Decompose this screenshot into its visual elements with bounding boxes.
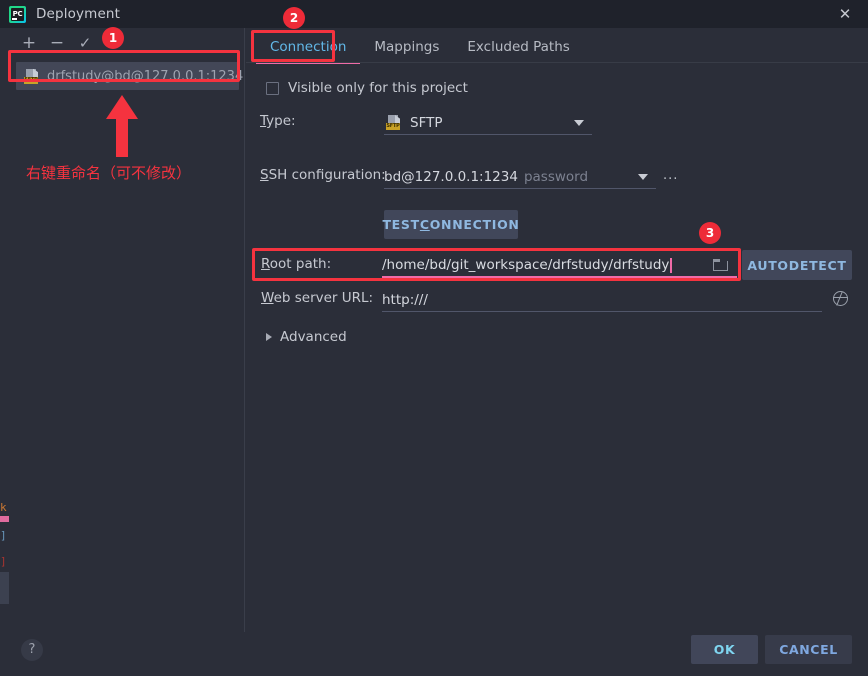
visible-only-checkbox[interactable] (266, 81, 279, 95)
ssh-configuration-more-button[interactable]: ... (663, 168, 678, 183)
window-title-bar: PC Deployment ✕ (0, 0, 868, 28)
visible-only-label: Visible only for this project (288, 80, 468, 96)
text-caret (670, 257, 672, 273)
root-path-value: /home/bd/git_workspace/drfstudy/drfstudy (382, 257, 670, 273)
ok-button[interactable]: OK (691, 635, 758, 664)
ssh-configuration-auth: password (523, 168, 589, 185)
web-server-url-label-wrap: Web server URL: (261, 290, 373, 306)
type-label: Type: (260, 113, 296, 129)
sftp-server-icon: SFTP (24, 68, 40, 84)
root-path-input[interactable]: /home/bd/git_workspace/drfstudy/drfstudy (382, 254, 737, 278)
remove-server-button[interactable]: − (44, 30, 70, 56)
sftp-icon-tag: SFTP (24, 76, 38, 84)
background-editor-sliver: k ] ] (0, 0, 10, 676)
sftp-type-icon-tag: SFTP (386, 123, 400, 130)
annotation-badge-1: 1 (102, 27, 124, 49)
web-server-url-value: http:/// (382, 291, 428, 308)
root-path-label-wrap: Root path: (261, 256, 331, 272)
panel-divider (244, 28, 245, 632)
sftp-type-icon: SFTP (386, 115, 402, 130)
servers-list: SFTP drfstudy@bd@127.0.0.1:1234 (10, 62, 245, 90)
chevron-right-icon (266, 333, 272, 341)
cancel-button[interactable]: CANCEL (765, 635, 852, 664)
folder-browse-icon[interactable] (713, 259, 728, 271)
chevron-down-icon[interactable] (638, 173, 648, 180)
ssh-config-label-wrap: SSH configuration: (260, 167, 386, 183)
tab-excluded-paths[interactable]: Excluded Paths (453, 30, 583, 63)
list-item[interactable]: SFTP drfstudy@bd@127.0.0.1:1234 (16, 62, 243, 90)
advanced-section-toggle[interactable]: Advanced (266, 329, 347, 345)
tab-connection[interactable]: Connection (256, 30, 361, 64)
annotation-up-arrow-icon (106, 95, 138, 157)
type-value: SFTP (410, 114, 443, 131)
servers-toolbar: + − ✓ (10, 28, 245, 58)
ssh-configuration-value: bd@127.0.0.1:1234 (384, 168, 518, 185)
annotation-note-text: 右键重命名（可不修改） (26, 164, 192, 182)
test-connection-label-post: ONNECTION (429, 217, 520, 232)
test-connection-button[interactable]: TEST C ONNECTION (382, 210, 520, 239)
test-connection-label-pre: TEST (382, 217, 420, 232)
tab-bar: Connection Mappings Excluded Paths (246, 28, 868, 64)
ssh-configuration-label: SSH configuration: (260, 167, 386, 183)
test-connection-label-mnemonic: C (419, 217, 430, 232)
web-server-url-label: Web server URL: (261, 290, 374, 306)
visible-only-row[interactable]: Visible only for this project (266, 80, 468, 96)
advanced-label: Advanced (280, 329, 347, 345)
type-label-wrap: Type: (260, 113, 296, 129)
tab-mappings[interactable]: Mappings (360, 30, 453, 63)
annotation-badge-3: 3 (699, 222, 721, 244)
help-icon[interactable]: ? (21, 639, 43, 661)
server-name-label: drfstudy@bd@127.0.0.1:1234 (47, 68, 244, 84)
chevron-down-icon[interactable] (574, 119, 584, 126)
root-path-label: Root path: (261, 256, 332, 272)
close-icon[interactable]: ✕ (822, 0, 868, 28)
globe-open-in-browser-icon[interactable] (832, 291, 848, 306)
autodetect-label: AUTODETECT (747, 257, 847, 273)
autodetect-button[interactable]: AUTODETECT (742, 250, 852, 280)
web-server-url-input[interactable]: http:/// (382, 288, 822, 312)
add-server-button[interactable]: + (16, 30, 42, 56)
deployment-dialog: k ] ] PC Deployment ✕ + − ✓ SFTP drfstud… (0, 0, 868, 676)
set-default-server-button[interactable]: ✓ (72, 30, 98, 56)
ssh-configuration-combo[interactable]: bd@127.0.0.1:1234 password (384, 165, 656, 189)
tab-bar-underline (246, 62, 868, 63)
type-combo[interactable]: SFTP SFTP (384, 111, 592, 135)
pycharm-logo-icon: PC (9, 5, 26, 23)
window-title: Deployment (36, 6, 121, 22)
annotation-badge-2: 2 (283, 7, 305, 29)
